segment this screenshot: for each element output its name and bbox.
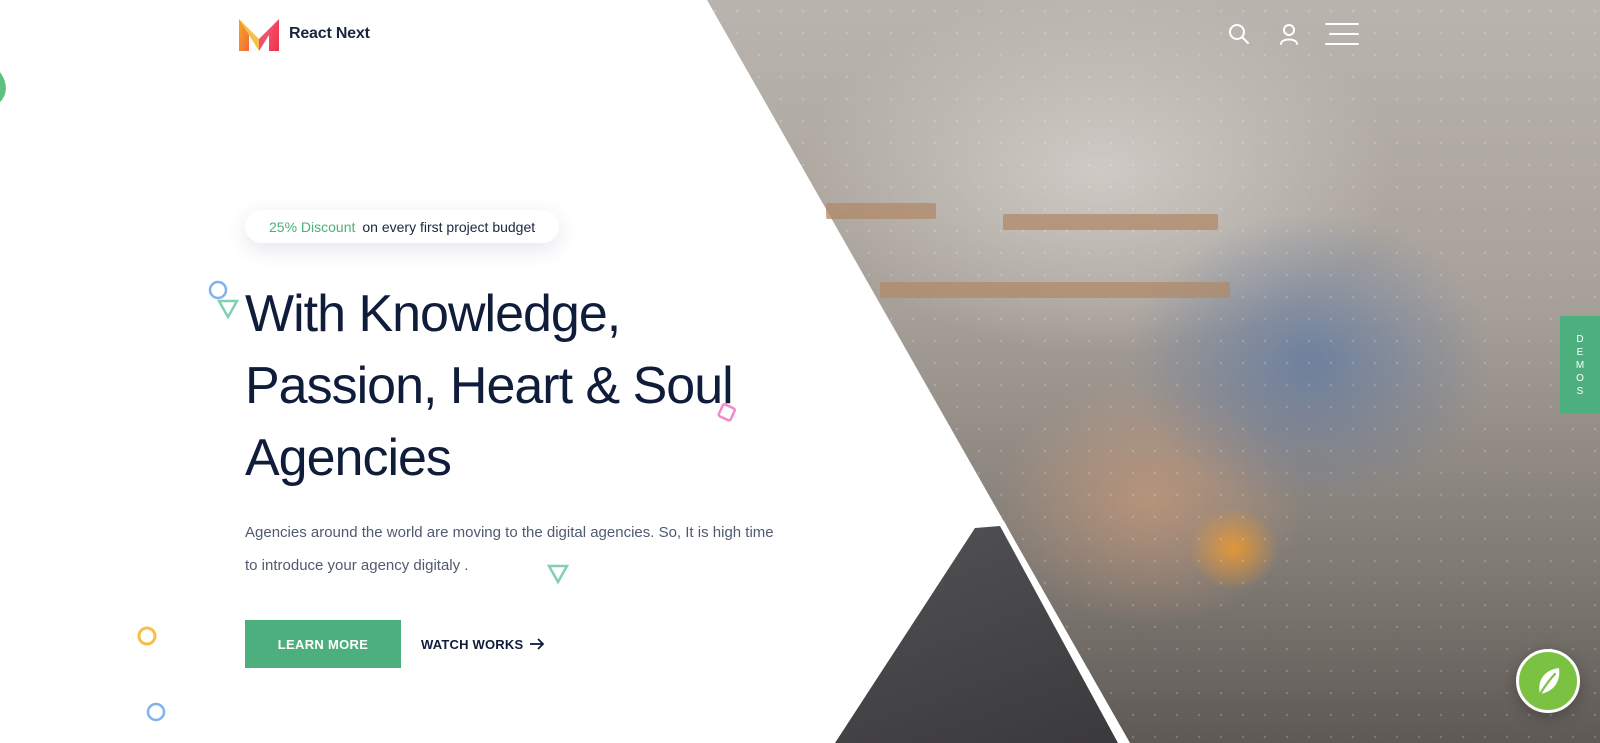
brand-logo[interactable]: React Next (239, 17, 370, 51)
watch-works-label: WATCH WORKS (421, 636, 524, 652)
photo-shelf (1003, 214, 1218, 230)
hero-heading-line: Agencies (245, 429, 452, 487)
hero-heading-line: With Knowledge, (245, 285, 621, 343)
pink-square-shape (717, 403, 736, 422)
brand-logo-mark-icon (239, 19, 279, 51)
search-icon (1229, 24, 1249, 44)
hero-heading-line: Passion, Heart & Soul (245, 357, 734, 415)
demos-letter: O (1576, 372, 1584, 384)
promo-text: on every first project budget (362, 218, 536, 235)
hero-photo-dot-overlay (707, 0, 1600, 743)
arrow-right-icon (530, 638, 545, 650)
blue-circle-shape (146, 702, 166, 722)
photo-shelf (826, 203, 936, 219)
leaf-logo-icon (1538, 668, 1560, 696)
chat-widget-button[interactable] (1516, 649, 1580, 713)
hero-heading: With Knowledge, Passion, Heart & Soul Ag… (245, 278, 785, 494)
green-blob-shape (0, 72, 6, 102)
green-triangle-shape (217, 299, 239, 320)
discount-promo-badge: 25% Discount on every first project budg… (245, 210, 560, 243)
demos-letter: E (1576, 346, 1584, 358)
demos-letter: M (1575, 359, 1585, 371)
demos-letter: S (1576, 385, 1584, 397)
search-button[interactable] (1225, 20, 1253, 48)
header-actions (1225, 20, 1359, 48)
brand-name: React Next (289, 25, 370, 42)
hero-description: Agencies around the world are moving to … (245, 524, 774, 574)
demos-letter: D (1576, 333, 1584, 345)
user-account-button[interactable] (1275, 20, 1303, 48)
green-triangle-shape (547, 564, 569, 585)
user-icon (1280, 24, 1298, 45)
demos-side-tab[interactable]: D E M O S (1560, 316, 1600, 414)
site-header: React Next (0, 0, 1600, 70)
learn-more-button[interactable]: LEARN MORE (245, 620, 401, 668)
photo-shelf (880, 282, 1230, 298)
promo-highlight-text: 25% Discount (269, 218, 356, 235)
watch-works-link[interactable]: WATCH WORKS (421, 620, 545, 668)
yellow-circle-shape (137, 626, 157, 646)
hamburger-menu-icon[interactable] (1325, 21, 1359, 47)
